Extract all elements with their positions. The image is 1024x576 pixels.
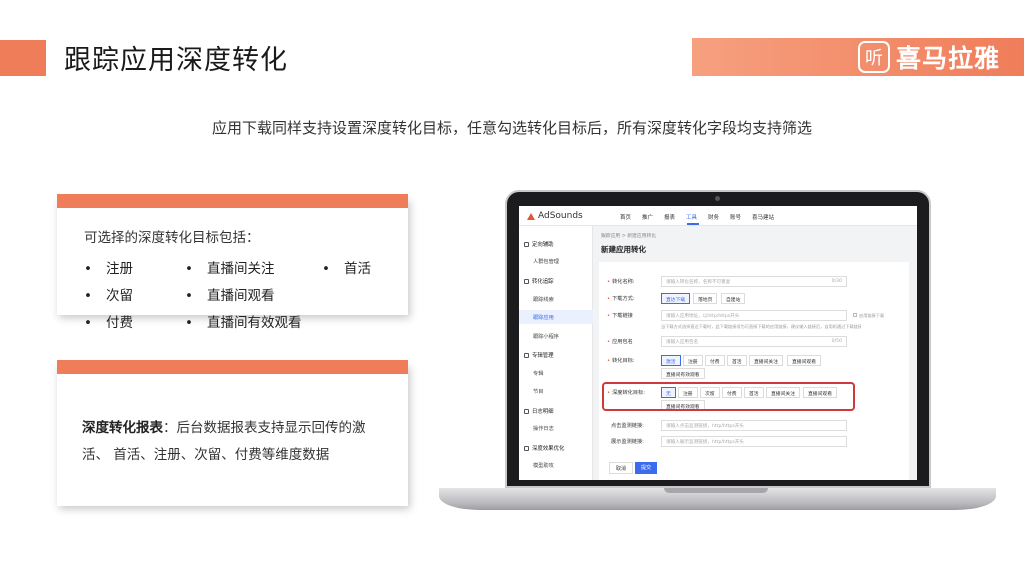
sidebar-item-leads[interactable]: 跟踪线索 [533,296,554,303]
sidebar-item-album[interactable]: 专辑 [533,370,543,377]
pkg-input[interactable]: 请输入应用包名 0/50 [661,336,847,347]
header-accent-bar [0,40,46,76]
click-monitor-label: 点击监测链接: [611,423,644,429]
nav-active-underline [687,223,699,225]
deep-report-bold: 深度转化报表 [82,420,163,436]
cancel-button[interactable]: 取消 [609,462,634,474]
sidebar-item-program[interactable]: 节目 [533,388,543,395]
nav-finance[interactable]: 财务 [708,213,719,221]
goal-item: 直播间有效观看 [185,311,302,331]
logo-text: 喜马拉雅 [896,44,1001,73]
goal-item: 直播间观看 [185,284,275,304]
sidebar-item-oplog[interactable]: 操作日志 [533,425,554,432]
sidebar-group-logs[interactable]: 日志明细 [524,407,554,415]
laptop-screen: AdSounds 首页 推广 报表 工具 财务 账号 喜马建站 定向辅助 人群包… [519,206,917,480]
nav-promotion[interactable]: 推广 [642,213,653,221]
page-title: 跟踪应用深度转化 [64,45,288,76]
goal-item: 次留 [84,284,133,304]
logs-icon [524,408,529,414]
conversion-icon [524,278,529,284]
submit-button[interactable]: 提交 [635,462,658,474]
show-monitor-label: 展示监测链接: [611,439,644,445]
pkg-label: 应用包名 [607,338,633,345]
deep-report-text: 深度转化报表：后台数据报表支持显示回传的激活、 首活、注册、次留、付费等维度数据 [82,415,392,469]
sidebar-item-app-tracking[interactable]: 跟踪应用 [533,314,554,321]
deep-target-highlight-box [602,382,855,411]
sidebar-item-miniprogram[interactable]: 跟踪小程序 [533,333,559,340]
sidebar-active-bg [519,310,593,324]
brand-logo-icon [527,212,535,220]
nav-account[interactable]: 账号 [730,213,741,221]
targeting-icon [524,241,529,247]
nav-reports[interactable]: 报表 [664,213,675,221]
name-input[interactable]: 请输入转化名称，名称不可重复 0/30 [661,276,847,287]
target-option[interactable]: 首活 [727,355,747,366]
nav-tools[interactable]: 工具 [686,213,697,221]
method-landing-button[interactable]: 落地页 [693,293,718,304]
name-count: 0/30 [831,279,842,284]
logo-mark-icon: 听 [858,41,890,73]
goal-item: 注册 [84,257,133,277]
brand-logo: 听 喜马拉雅 [858,40,1000,74]
goal-item: 首活 [322,257,371,277]
method-label: 下载方式: [607,295,635,302]
album-icon [524,352,529,358]
goal-item: 付费 [84,311,133,331]
pkg-placeholder: 请输入应用包名 [666,340,699,345]
deep-goals-title: 可选择的深度转化目标包括： [84,230,260,246]
method-site-button[interactable]: 自建站 [721,293,746,304]
pkg-count: 0/50 [831,339,842,344]
sidebar-group-deep[interactable]: 深度效果优化 [524,444,564,452]
subtitle: 应用下载同样支持设置深度转化目标，任意勾选转化目标后，所有深度转化字段均支持筛选 [211,119,812,137]
breadcrumb[interactable]: 跟踪应用 > 新建应用转化 [601,232,656,239]
sidebar-group-album[interactable]: 专辑管理 [524,351,554,359]
link-hint: 当下载方式选择直达下载时，此下载链接须为可直接下载的应用链接，建议输入链接后，自… [661,324,861,329]
sidebar-group-targeting[interactable]: 定向辅助 [524,240,554,248]
app-brand-name: AdSounds [538,211,583,221]
target-option[interactable]: 直播间观看 [787,355,821,366]
nav-sitebuilder[interactable]: 喜马建站 [752,213,774,221]
nav-home[interactable]: 首页 [620,213,631,221]
name-label: 转化名称: [607,278,635,285]
link-input[interactable]: 请输入应用地址，以http/https开头 [661,310,847,321]
app-brand: AdSounds [527,211,583,221]
laptop-notch [664,488,768,493]
sidebar-item-audience[interactable]: 人群包管理 [533,258,559,265]
target-label: 转化目标: [607,357,635,364]
form-page-title: 新建应用转化 [601,245,646,254]
target-option[interactable]: 注册 [683,355,703,366]
conversion-form: 转化名称: 请输入转化名称，名称不可重复0/30 下载方式: 直达下载 落地页 … [599,262,909,480]
sidebar-item-model[interactable]: 模型助攻 [533,462,554,469]
name-placeholder: 请输入转化名称，名称不可重复 [666,280,731,285]
goal-item: 直播间关注 [185,257,275,277]
laptop-camera [715,196,720,201]
app-sidebar: 定向辅助 人群包管理 转化追踪 跟踪线索 跟踪应用 跟踪小程序 专辑管理 专辑 … [519,226,593,480]
target-option[interactable]: 直播间关注 [749,355,783,366]
link-label: 下载链接 [607,312,633,319]
target-option[interactable]: 激活 [661,355,681,366]
card-accent-bar [57,360,408,374]
deep-opt-icon [524,445,529,451]
show-monitor-input[interactable]: 请输入展示监测链接，http/https开头 [661,436,847,447]
link-checkbox[interactable]: 启用链接下载 [853,313,884,319]
click-monitor-input[interactable]: 请输入点击监测链接，http/https开头 [661,420,847,431]
method-direct-button[interactable]: 直达下载 [661,293,691,304]
sidebar-group-conversion[interactable]: 转化追踪 [524,277,554,285]
app-topbar: AdSounds 首页 推广 报表 工具 财务 账号 喜马建站 [519,206,917,226]
card-accent-bar [57,194,408,208]
target-option[interactable]: 直播间有效观看 [661,368,705,379]
target-option[interactable]: 付费 [705,355,725,366]
